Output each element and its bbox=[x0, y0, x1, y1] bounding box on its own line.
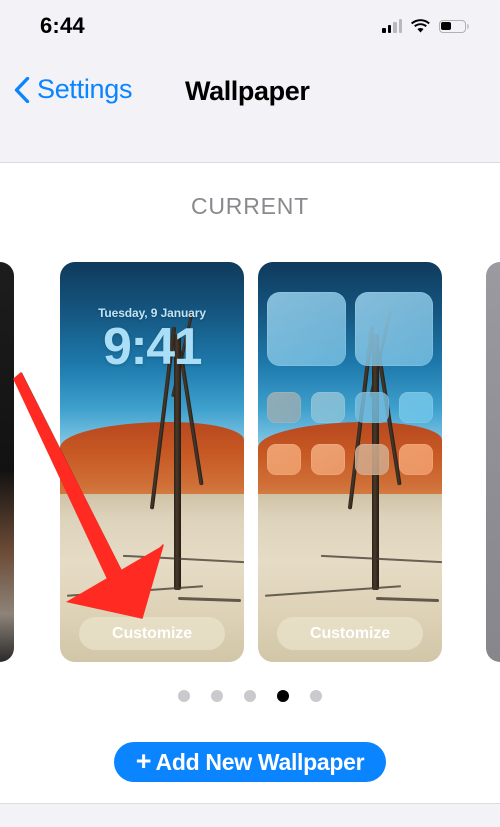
status-bar: 6:44 bbox=[0, 0, 500, 52]
page-dot[interactable] bbox=[244, 690, 256, 702]
wallpaper-carousel[interactable]: Tuesday, 9 January 9:41 Customize Custom… bbox=[0, 262, 500, 662]
add-wallpaper-row: + Add New Wallpaper bbox=[0, 742, 500, 782]
battery-icon bbox=[439, 19, 469, 33]
customize-button-home-screen[interactable]: Customize bbox=[277, 617, 423, 650]
navigation-bar: Settings Wallpaper bbox=[0, 52, 500, 163]
section-header-current: CURRENT bbox=[190, 193, 310, 219]
back-button-label: Settings bbox=[37, 74, 133, 104]
app-icon-row bbox=[267, 444, 433, 475]
lock-screen-time: 9:41 bbox=[102, 318, 203, 376]
app-icon-placeholder bbox=[398, 392, 433, 423]
app-icon-placeholder bbox=[267, 444, 302, 475]
widget-placeholder bbox=[267, 292, 346, 366]
page-title: Wallpaper bbox=[185, 76, 310, 106]
page-dot[interactable] bbox=[178, 690, 190, 702]
app-icon-placeholder bbox=[355, 392, 389, 423]
bottom-bar bbox=[0, 803, 500, 827]
status-bar-time: 6:44 bbox=[40, 13, 85, 38]
home-screen-overlay bbox=[258, 262, 442, 662]
app-icon-placeholder bbox=[311, 392, 345, 423]
home-screen-wallpaper-card[interactable]: Customize bbox=[258, 262, 442, 662]
back-button[interactable]: Settings bbox=[14, 74, 132, 105]
wallpaper-settings-screen: 6:44 Settings Wallpaper CURRENT Tuesday,… bbox=[0, 0, 500, 827]
chevron-left-icon bbox=[14, 76, 30, 103]
page-dot-active[interactable] bbox=[277, 690, 289, 702]
add-new-wallpaper-button[interactable]: + Add New Wallpaper bbox=[113, 742, 387, 782]
content-area: CURRENT Tuesday, 9 January 9:41 Customiz… bbox=[0, 164, 500, 802]
app-icon-placeholder bbox=[398, 444, 433, 475]
app-icon-placeholder bbox=[267, 392, 302, 423]
page-dot[interactable] bbox=[310, 690, 322, 702]
cellular-bars-icon bbox=[382, 19, 402, 33]
app-icon-row bbox=[267, 392, 433, 423]
page-dot[interactable] bbox=[211, 690, 223, 702]
customize-button-lock-screen[interactable]: Customize bbox=[79, 617, 225, 650]
wifi-icon bbox=[411, 19, 430, 33]
status-bar-indicators bbox=[382, 19, 469, 33]
app-icon-placeholder bbox=[355, 444, 389, 475]
widget-placeholder-row bbox=[267, 292, 433, 366]
wallpaper-card-previous[interactable] bbox=[0, 262, 14, 662]
page-indicator-dots[interactable] bbox=[0, 690, 500, 702]
widget-placeholder bbox=[354, 292, 433, 366]
app-icon-placeholder bbox=[311, 444, 345, 475]
lock-screen-wallpaper-card[interactable]: Tuesday, 9 January 9:41 Customize bbox=[60, 262, 244, 662]
plus-icon: + bbox=[135, 745, 152, 776]
wallpaper-card-next[interactable] bbox=[486, 262, 500, 662]
add-new-wallpaper-label: Add New Wallpaper bbox=[155, 748, 365, 775]
